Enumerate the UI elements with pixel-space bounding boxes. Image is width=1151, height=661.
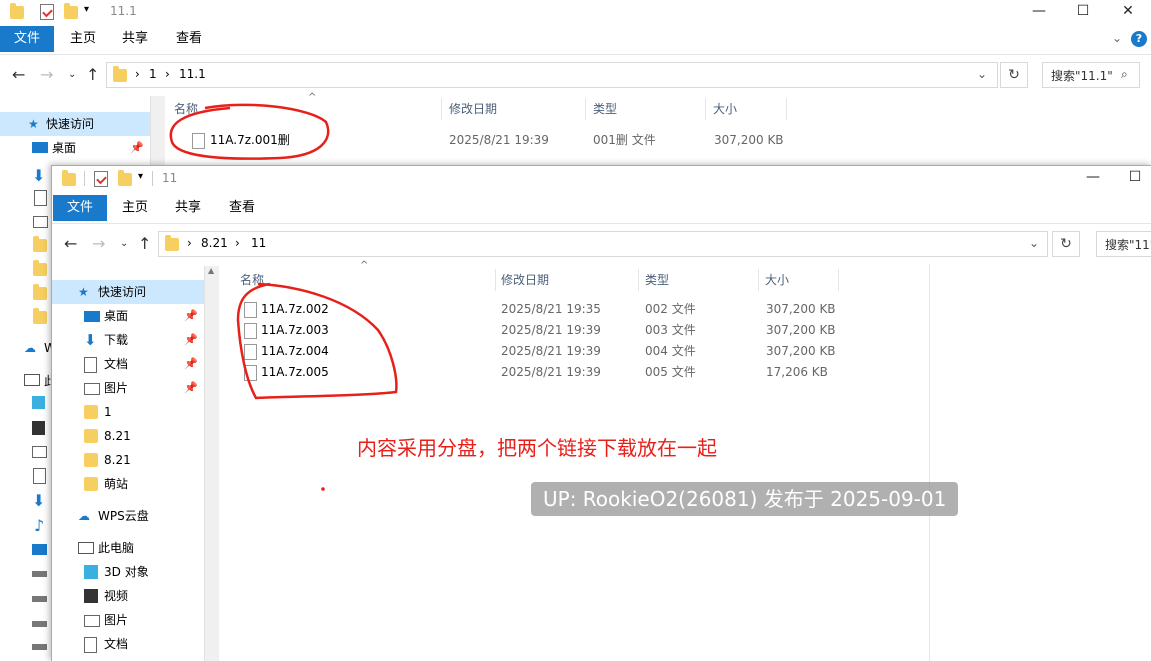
- red-dot: [321, 487, 325, 491]
- watermark: UP: RookieO2(26081) 发布于 2025-09-01: [531, 482, 959, 516]
- red-circle-front-files: [236, 282, 398, 400]
- red-circle-back-file: [169, 103, 330, 160]
- annotation-text: 内容采用分盘，把两个链接下载放在一起: [357, 436, 717, 460]
- annotation-scribbles: [169, 103, 398, 491]
